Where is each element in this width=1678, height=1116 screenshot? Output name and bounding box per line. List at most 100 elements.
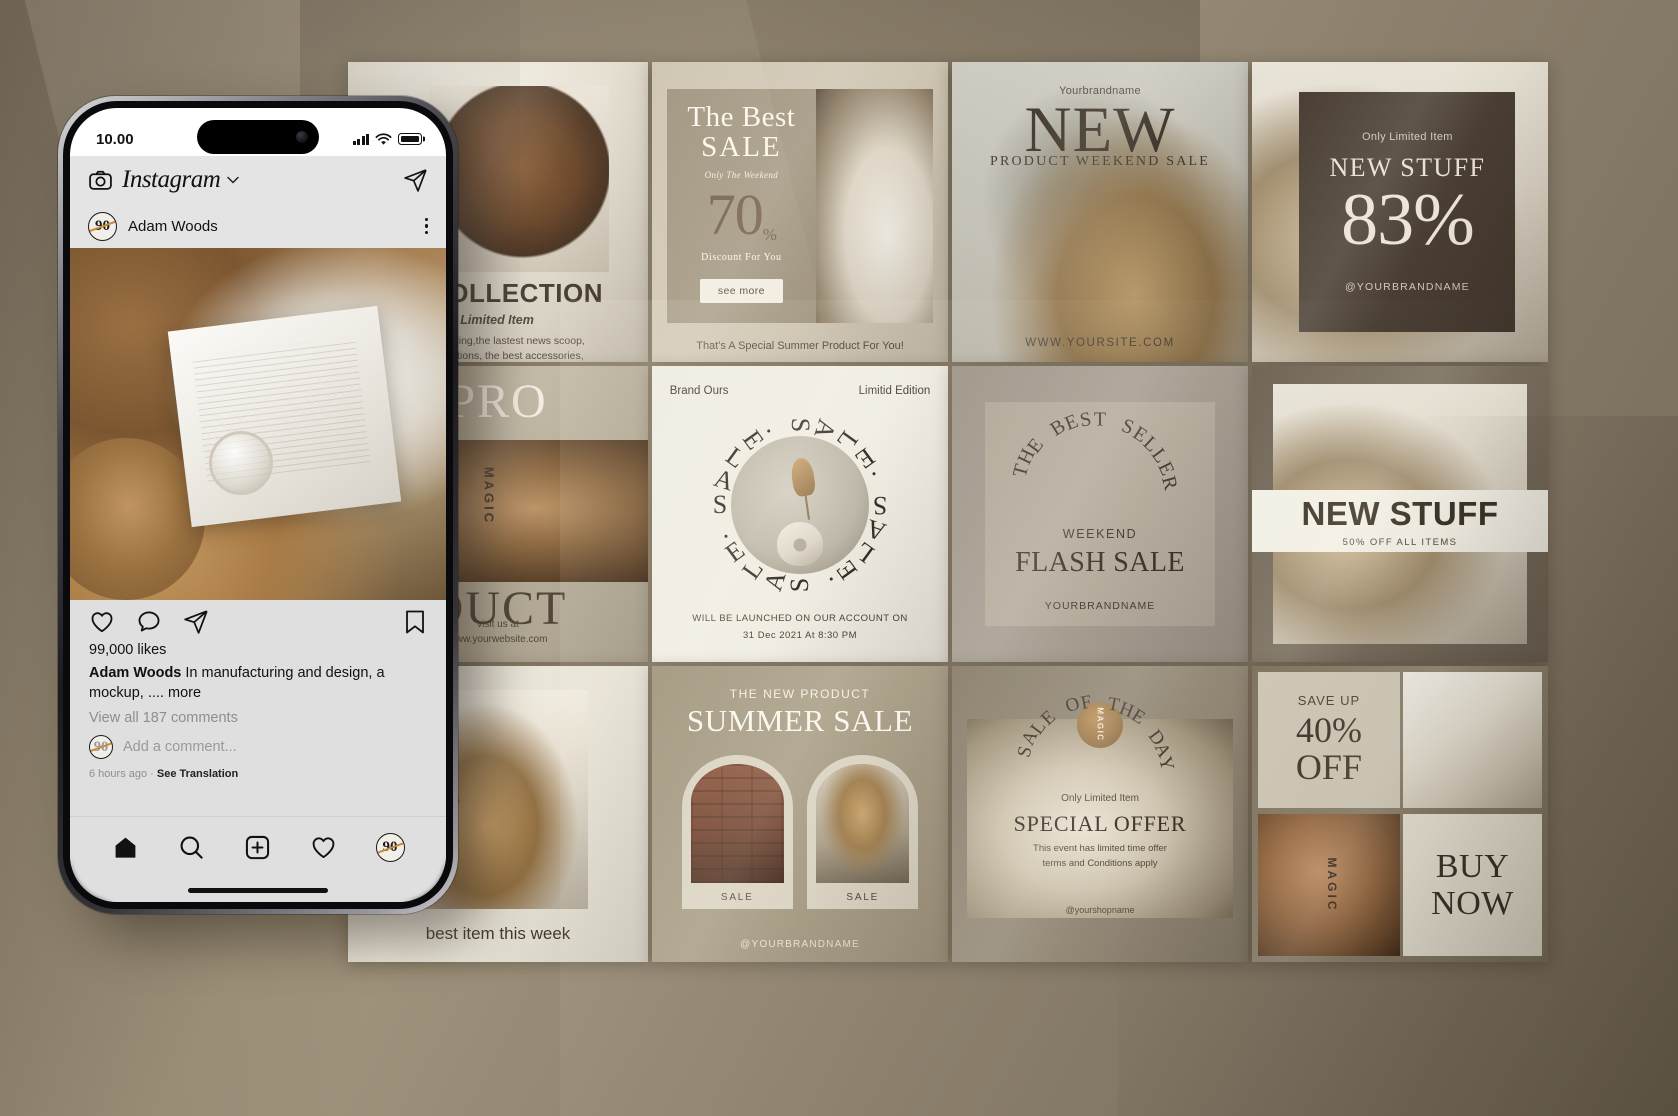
donut-vase bbox=[777, 521, 823, 566]
limited-edition-label: Limitid Edition bbox=[858, 385, 931, 398]
chevron-down-icon[interactable] bbox=[227, 176, 240, 184]
collection-body: for spring,the lastest news scoop, estin… bbox=[429, 334, 636, 362]
best-sale-line2: SALE bbox=[701, 131, 782, 164]
magnifier-lens bbox=[209, 431, 274, 496]
status-indicators bbox=[352, 132, 422, 146]
tile-sale-circle[interactable]: Brand Ours Limitid Edition SALE.SALE.SAL… bbox=[652, 366, 948, 662]
leather-label: MAGIC bbox=[1324, 857, 1339, 913]
post-timestamp-row: 6 hours ago · See Translation bbox=[89, 768, 427, 780]
tile-best-sale[interactable]: The Best SALE Only The Weekend 70% Disco… bbox=[652, 62, 948, 362]
see-more-button[interactable]: see more bbox=[699, 279, 783, 304]
new-subline: PRODUCT WEEKEND SALE bbox=[989, 153, 1211, 169]
tile-buy-now[interactable]: SAVE UP 40% OFF MAGIC BUY NOW bbox=[1252, 666, 1548, 962]
sale-circle-footer: WILL BE LAUNCHED ON OUR ACCOUNT ON 31 De… bbox=[652, 611, 948, 644]
tile-new-stuff-band[interactable]: NEW STUFF 50% OFF ALL ITEMS bbox=[1252, 366, 1548, 662]
arch-right-photo bbox=[816, 763, 910, 883]
battery-icon bbox=[398, 133, 422, 145]
stuff83-card: Only Limited Item NEW STUFF 83% @YOURBRA… bbox=[1299, 92, 1516, 332]
summer-kicker: THE NEW PRODUCT bbox=[729, 686, 871, 701]
sale-day-title: SPECIAL OFFER bbox=[1013, 811, 1187, 837]
sale-ring-photo bbox=[731, 436, 869, 575]
add-comment-row[interactable]: 90 Add a comment... bbox=[89, 735, 427, 760]
best-seller-brand: YOURBRANDNAME bbox=[1044, 599, 1156, 612]
best-sale-tagline: Only The Weekend bbox=[704, 170, 779, 181]
tile-sale-of-the-day[interactable]: MAGIC SALE OF THE DAY Only Limited Item … bbox=[952, 666, 1248, 962]
post-action-bar bbox=[70, 600, 446, 644]
open-book bbox=[167, 306, 401, 528]
best-sale-line1: The Best bbox=[687, 100, 796, 133]
best-sale-footer: That's A Special Summer Product For You! bbox=[696, 339, 904, 352]
avatar[interactable]: 90 bbox=[88, 211, 117, 241]
buy-now-quadrant[interactable]: BUY NOW bbox=[1402, 814, 1543, 957]
arch-left-photo bbox=[690, 763, 784, 883]
summer-title: SUMMER SALE bbox=[686, 703, 914, 738]
search-icon[interactable] bbox=[178, 834, 205, 861]
front-camera-icon bbox=[296, 131, 308, 143]
comment-bubble-icon[interactable] bbox=[136, 609, 162, 635]
stuff83-percent: 83% bbox=[1341, 178, 1475, 261]
table-setting-photo bbox=[815, 89, 934, 323]
summer-footer-handle: @YOURBRANDNAME bbox=[740, 939, 860, 951]
add-comment-placeholder[interactable]: Add a comment... bbox=[123, 739, 237, 755]
post-image[interactable] bbox=[70, 248, 446, 600]
buy-off-label: OFF bbox=[1295, 747, 1362, 788]
arc-char bbox=[1098, 692, 1103, 714]
terms-line2: terms and Conditions apply bbox=[1042, 857, 1158, 869]
caption-more-link[interactable]: .... more bbox=[148, 685, 201, 701]
arch-left-tag: SALE bbox=[720, 891, 754, 903]
collection-caption: COLLECTION Only Limited Item for spring,… bbox=[429, 278, 636, 362]
see-translation-link[interactable]: See Translation bbox=[157, 768, 238, 780]
heart-icon[interactable] bbox=[89, 609, 115, 635]
save-up-quadrant: SAVE UP 40% OFF bbox=[1257, 671, 1400, 809]
instagram-header: Instagram bbox=[70, 156, 446, 204]
bookmark-icon[interactable] bbox=[403, 609, 427, 635]
caption-author[interactable]: Adam Woods bbox=[89, 665, 181, 681]
new-website-url: WWW.YOURSITE.COM bbox=[1025, 336, 1175, 349]
post-caption: Adam Woods In manufacturing and design, … bbox=[89, 664, 427, 703]
likes-count[interactable]: 99,000 likes bbox=[89, 642, 427, 658]
tile-summer-sale[interactable]: THE NEW PRODUCT SUMMER SALE SALE SALE @Y… bbox=[652, 666, 948, 962]
sale-circle-header: Brand Ours Limitid Edition bbox=[670, 385, 931, 397]
summer-arches: SALE SALE bbox=[681, 754, 919, 909]
best-seller-flash: FLASH SALE bbox=[1015, 546, 1185, 578]
post-meta: 99,000 likes Adam Woods In manufacturing… bbox=[70, 642, 446, 780]
arch-right-tag: SALE bbox=[846, 891, 880, 903]
dried-leaf bbox=[789, 456, 817, 498]
comment-avatar[interactable]: 90 bbox=[89, 735, 113, 760]
heart-icon[interactable] bbox=[310, 834, 337, 861]
instagram-logo[interactable]: Instagram bbox=[122, 166, 221, 194]
best-sale-panel: The Best SALE Only The Weekend 70% Disco… bbox=[666, 89, 934, 323]
post-timestamp: 6 hours ago bbox=[89, 768, 148, 781]
post-author-row: 90 Adam Woods bbox=[70, 204, 446, 248]
terms-line1: This event has limited time offer bbox=[1033, 842, 1167, 854]
phone-bezel: 10.00 Instagram Adam Woods 99,000 likes … bbox=[63, 101, 453, 909]
plus-square-icon[interactable] bbox=[244, 834, 271, 861]
new-stuff-title: NEW STUFF bbox=[1301, 494, 1499, 532]
kebab-menu-icon[interactable] bbox=[424, 215, 428, 237]
arc-char bbox=[1110, 410, 1119, 434]
post-username[interactable]: Adam Woods bbox=[128, 218, 218, 235]
new-stuff-subtitle: 50% OFF ALL ITEMS bbox=[1342, 536, 1458, 548]
camera-icon[interactable] bbox=[88, 168, 113, 193]
best-item-footer: best item this week bbox=[425, 924, 571, 944]
buy-percent: 40% bbox=[1295, 709, 1362, 750]
tile-best-seller[interactable]: THE BEST SELLER WEEKEND FLASH SALE YOURB… bbox=[952, 366, 1248, 662]
discount-value: 70 bbox=[706, 182, 764, 248]
collection-title: COLLECTION bbox=[429, 278, 603, 308]
tile-new-stuff-83[interactable]: Only Limited Item NEW STUFF 83% @YOURBRA… bbox=[1252, 62, 1548, 362]
collection-body-line1: for spring,the lastest news scoop, bbox=[429, 335, 585, 347]
send-icon[interactable] bbox=[183, 609, 209, 635]
send-icon[interactable] bbox=[403, 168, 428, 193]
profile-avatar-icon[interactable]: 90 bbox=[375, 833, 405, 862]
wifi-icon bbox=[375, 132, 392, 145]
collection-body-line2: estinations, the best accessories, bbox=[429, 350, 584, 362]
home-icon[interactable] bbox=[112, 834, 139, 861]
tile-new[interactable]: Yourbrandname NEW PRODUCT WEEKEND SALE W… bbox=[952, 62, 1248, 362]
buy-now-label: BUY NOW bbox=[1431, 848, 1514, 923]
view-comments-link[interactable]: View all 187 comments bbox=[89, 710, 427, 726]
best-sale-discount-label: Discount For You bbox=[701, 252, 782, 264]
now-word: NOW bbox=[1431, 885, 1514, 923]
launch-line1: WILL BE LAUNCHED ON OUR ACCOUNT ON bbox=[692, 613, 908, 624]
status-time: 10.00 bbox=[96, 130, 134, 148]
buy-word: BUY bbox=[1435, 847, 1510, 885]
